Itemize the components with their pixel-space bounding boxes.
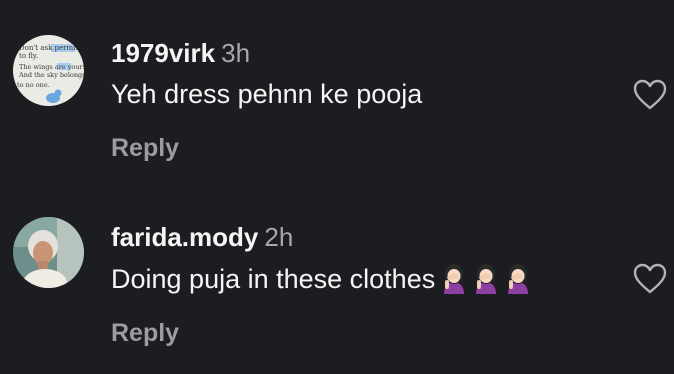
comment-text-content: Doing puja in these clothes	[111, 264, 436, 294]
like-button[interactable]	[633, 263, 667, 295]
avatar[interactable]	[13, 217, 84, 288]
heart-icon	[633, 263, 667, 294]
timestamp: 2h	[264, 222, 294, 252]
username[interactable]: farida.mody	[111, 222, 258, 252]
emoji-group	[439, 262, 535, 301]
comment-text: Doing puja in these clothes	[111, 262, 535, 301]
comment-header: farida.mody 2h	[111, 222, 293, 252]
reply-button[interactable]: Reply	[111, 319, 179, 348]
comment-header: 1979virk 3h	[111, 38, 250, 68]
like-button[interactable]	[633, 79, 667, 111]
avatar-quote-line: to no one.	[17, 81, 50, 89]
reply-button[interactable]: Reply	[111, 134, 179, 163]
comment-item: farida.mody 2h Doing puja in these clothe…	[0, 190, 674, 374]
avatar-quote-line: Don't ask permission	[19, 44, 84, 52]
timestamp: 3h	[221, 38, 251, 68]
avatar-quote-line: And the sky belongs	[18, 71, 84, 79]
heart-icon	[633, 79, 667, 110]
comment-text: Yeh dress pehnn ke pooja	[111, 79, 423, 109]
avatar[interactable]: Don't ask permission to fly. The wings a…	[13, 35, 84, 106]
woman-facepalming-icon	[444, 264, 465, 294]
avatar-quote-line: to fly.	[19, 52, 38, 60]
username[interactable]: 1979virk	[111, 38, 215, 68]
comment-item: Don't ask permission to fly. The wings a…	[0, 0, 674, 190]
comments-list: Don't ask permission to fly. The wings a…	[0, 0, 674, 374]
avatar-quote-line: The wings are yours.	[19, 63, 84, 71]
woman-facepalming-icon	[508, 264, 529, 294]
woman-facepalming-icon	[476, 264, 497, 294]
